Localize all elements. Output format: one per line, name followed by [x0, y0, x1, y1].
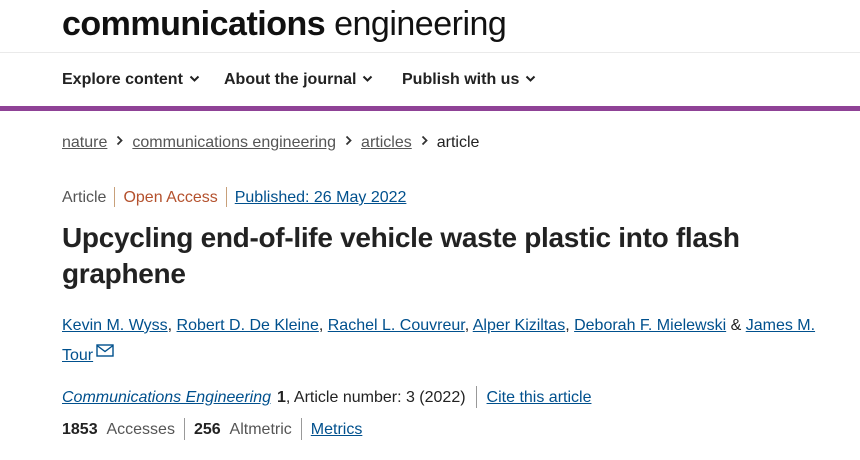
metrics-divider: [183, 418, 185, 440]
author-separator: ,: [167, 317, 177, 334]
meta-divider: [114, 186, 116, 207]
mail-icon[interactable]: [96, 338, 114, 368]
breadcrumb-link-nature[interactable]: nature: [62, 134, 107, 151]
nav-about-the-journal[interactable]: About the journal: [224, 53, 373, 106]
author-link[interactable]: Robert D. De Kleine: [177, 317, 319, 334]
chevron-right-icon: [116, 131, 124, 153]
article-type: Article: [62, 189, 107, 206]
chevron-down-icon: [526, 75, 536, 82]
author-list: Kevin M. Wyss, Robert D. De Kleine, Rach…: [62, 311, 822, 371]
author-separator: ,: [318, 317, 328, 334]
journal-name-link[interactable]: Communications Engineering: [62, 389, 271, 406]
nav-publish-with-us[interactable]: Publish with us: [402, 53, 536, 106]
citation-divider: [475, 386, 477, 408]
journal-volume: 1: [277, 389, 286, 407]
citation-line: Communications Engineering 1, Article num…: [62, 386, 592, 409]
accent-bar: [0, 106, 860, 111]
article-number-text: , Article number: 3 (2022): [285, 389, 466, 407]
nav-about-the-journal-label: About the journal: [224, 71, 357, 88]
breadcrumb-link-communications-engineering[interactable]: communications engineering: [132, 134, 336, 151]
metrics-divider: [300, 418, 302, 440]
nav-explore-content[interactable]: Explore content: [62, 53, 200, 106]
article-metrics: 1853 Accesses 256 Altmetric Metrics: [62, 418, 363, 441]
breadcrumb-current: article: [436, 134, 480, 152]
nav-publish-with-us-label: Publish with us: [402, 71, 520, 88]
altmetric-count: 256: [193, 421, 221, 439]
accesses-count: 1853: [62, 421, 98, 439]
author-link[interactable]: Deborah F. Mielewski: [574, 317, 726, 334]
accesses-label: Accesses: [106, 421, 175, 439]
article-title: Upcycling end-of-life vehicle waste plas…: [62, 222, 740, 289]
chevron-right-icon: [345, 131, 352, 153]
open-access-label: Open Access: [123, 189, 218, 206]
meta-divider: [225, 186, 227, 207]
published-date-link[interactable]: Published: 26 May 2022: [235, 189, 407, 206]
logo-bold-text: communications: [62, 5, 326, 43]
article-meta: Article Open Access Published: 26 May 2022: [62, 186, 407, 209]
altmetric-label: Altmetric: [229, 421, 292, 439]
site-header: communications engineering: [0, 0, 860, 53]
author-link[interactable]: Kevin M. Wyss: [62, 317, 168, 334]
chevron-down-icon: [189, 75, 200, 82]
author-link[interactable]: Rachel L. Couvreur: [328, 317, 465, 334]
breadcrumb: nature communications engineering articles…: [62, 132, 479, 154]
chevron-down-icon: [363, 75, 373, 82]
metrics-link[interactable]: Metrics: [311, 421, 363, 438]
logo-light-text: engineering: [325, 5, 507, 43]
chevron-right-icon: [421, 131, 428, 153]
author-separator: ,: [565, 317, 575, 334]
author-separator-and: &: [726, 317, 746, 334]
cite-this-article-link[interactable]: Cite this article: [487, 389, 592, 406]
breadcrumb-link-articles[interactable]: articles: [361, 134, 412, 151]
journal-logo[interactable]: communications engineering: [62, 4, 507, 44]
author-link[interactable]: Alper Kiziltas: [473, 317, 565, 334]
author-separator: ,: [464, 317, 473, 334]
main-navigation: Explore content About the journal Publis…: [0, 53, 860, 106]
nav-explore-content-label: Explore content: [62, 71, 183, 88]
